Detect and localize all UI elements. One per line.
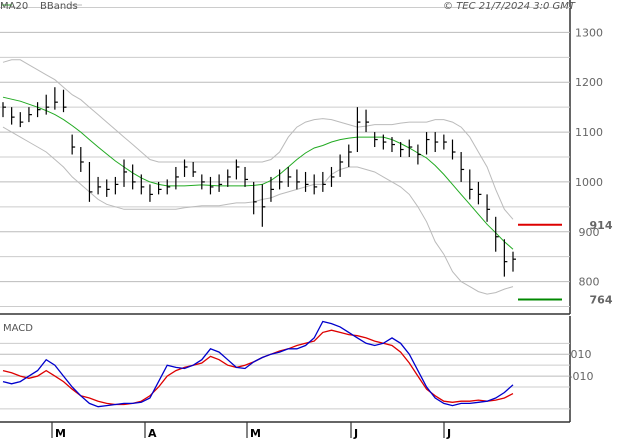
price-tick-label: 1000 xyxy=(575,176,603,189)
legend-ma20-label: MA20 xyxy=(0,1,28,12)
macd-tick-label: 010 xyxy=(571,348,592,361)
month-label: M xyxy=(250,427,261,440)
level-label: 914 xyxy=(590,219,613,232)
price-tick-label: 800 xyxy=(579,276,600,289)
price-tick-label: 1200 xyxy=(575,76,603,89)
price-y-axis: 8009001000110012001300 xyxy=(575,26,603,288)
month-label: J xyxy=(353,427,358,440)
price-panel: 8009001000110012001300 914764 xyxy=(0,0,613,315)
month-label: A xyxy=(148,427,157,440)
price-tick-label: 1300 xyxy=(575,26,603,39)
month-axis: MAMJJ xyxy=(51,422,451,440)
macd-panel: MACD 010 -010 xyxy=(0,316,594,423)
macd-tick-label: -010 xyxy=(569,370,594,383)
copyright-text: © TEC 21/7/2024 3:0 GMT xyxy=(443,1,576,12)
stock-chart: 8009001000110012001300 914764 MACD 010-0… xyxy=(0,0,613,440)
macd-y-axis: 010 -010 xyxy=(569,348,594,383)
price-tick-label: 1100 xyxy=(575,126,603,139)
macd-title: MACD xyxy=(3,323,33,334)
macd-plot-area xyxy=(0,316,570,422)
month-label: J xyxy=(446,427,451,440)
level-label: 764 xyxy=(590,294,613,307)
month-label: M xyxy=(55,427,66,440)
legend-bbands-label: BBands xyxy=(40,1,78,12)
